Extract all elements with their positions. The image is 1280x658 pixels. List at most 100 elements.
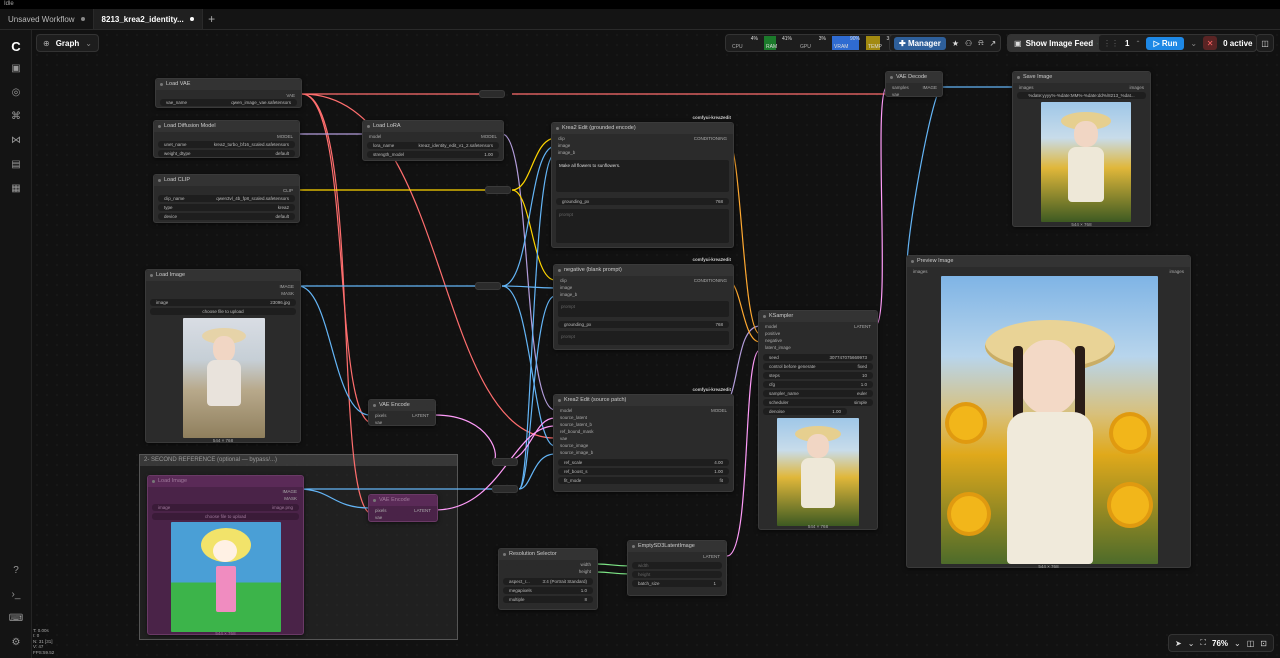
reroute-latent[interactable]	[492, 458, 518, 466]
output-image[interactable]: IMAGE	[282, 489, 297, 494]
output-mask[interactable]: MASK	[284, 496, 297, 501]
output-model[interactable]: MODEL	[481, 134, 497, 139]
star-icon[interactable]: ★	[952, 39, 959, 48]
node-negative-blank-prompt[interactable]: comfyui-krea2edit negative (blank prompt…	[553, 257, 734, 350]
input-vae[interactable]: vae	[560, 436, 567, 441]
keyboard-icon[interactable]: ⌨	[8, 610, 24, 626]
drag-handle-icon[interactable]: ⋮⋮	[1103, 39, 1119, 48]
help-icon[interactable]: ?	[8, 562, 24, 578]
widget-multiple[interactable]: multiple 8	[503, 596, 593, 603]
input-model[interactable]: model	[560, 408, 572, 413]
widget-weight-dtype[interactable]: weight_dtype default	[158, 150, 295, 157]
output-clip[interactable]: CLIP	[283, 188, 293, 193]
node-vae-encode[interactable]: VAE Encode pixels vae LATENT	[368, 399, 436, 426]
input-height[interactable]: height	[632, 571, 722, 578]
input-clip[interactable]: clip	[560, 278, 567, 283]
output-height[interactable]: height	[579, 569, 591, 574]
chevron-down-icon[interactable]: ⌄	[1188, 639, 1195, 648]
output-image[interactable]: IMAGE	[922, 85, 937, 90]
secondary-textarea[interactable]: prompt	[556, 209, 729, 243]
input-pixels[interactable]: pixels	[375, 413, 387, 418]
widget-aspect-ratio[interactable]: aspect_r... 3:4 (Portrait Standard)	[503, 578, 593, 585]
reroute-vae[interactable]	[479, 90, 505, 98]
widget-denoise[interactable]: denoise 1.00	[763, 408, 847, 415]
widget-image[interactable]: image image.png	[152, 504, 299, 511]
node-load-lora[interactable]: Load LoRA model MODEL lora_name krea2_ide…	[362, 120, 504, 161]
node-preview-image[interactable]: Preview Image images images 544 × 768	[906, 255, 1191, 569]
widget-filename-prefix[interactable]: %date:yyyy%-%date:MM%-%date:dd%/8213_%da…	[1017, 92, 1146, 99]
node-resolution-selector[interactable]: Resolution Selector width height aspect_…	[498, 548, 598, 610]
output-latent[interactable]: LATENT	[414, 508, 431, 513]
output-conditioning[interactable]: CONDITIONING	[694, 278, 727, 283]
widget-unet-name[interactable]: unet_name krea2_turbo_bf16_scaled.safeten…	[158, 141, 295, 148]
show-image-feed-button[interactable]: ▣ Show Image Feed ●	[1007, 34, 1109, 52]
widget-grounding-px[interactable]: grounding_px 768	[556, 198, 729, 205]
input-images[interactable]: images	[913, 269, 928, 274]
widget-control[interactable]: control before generate fixed	[763, 363, 873, 370]
node-load-image[interactable]: Load Image IMAGE MASK image 23096.jpg cho…	[145, 269, 301, 443]
output-vae[interactable]: VAE	[286, 93, 295, 98]
widget-image[interactable]: image 23096.jpg	[150, 299, 296, 306]
widget-steps[interactable]: steps 10	[763, 372, 873, 379]
chevron-down-icon[interactable]: ⌄	[1234, 639, 1241, 648]
output-images[interactable]: images	[1169, 269, 1184, 274]
widget-type[interactable]: type krea2	[158, 204, 295, 211]
output-conditioning[interactable]: CONDITIONING	[694, 136, 727, 141]
run-options-chevron-icon[interactable]: ⌄	[1190, 39, 1197, 48]
output-latent[interactable]: LATENT	[854, 324, 871, 329]
prompt-textarea[interactable]: prompt	[558, 301, 729, 317]
queue-history-icon[interactable]: ◎	[8, 84, 24, 100]
input-clip[interactable]: clip	[558, 136, 565, 141]
input-images[interactable]: images	[1019, 85, 1034, 90]
node-load-diffusion-model[interactable]: Load Diffusion Model MODEL unet_name krea…	[153, 120, 300, 158]
tab-active-workflow[interactable]: 8213_krea2_identity...	[93, 9, 203, 29]
widget-seed[interactable]: seed 307747075669973	[763, 354, 873, 361]
input-image[interactable]: image	[560, 285, 572, 290]
output-model[interactable]: MODEL	[711, 408, 727, 413]
secondary-textarea[interactable]: prompt	[558, 331, 729, 345]
user-icon[interactable]: ⚇	[965, 39, 972, 48]
upload-button[interactable]: choose file to upload	[152, 513, 299, 520]
input-vae[interactable]: vae	[375, 420, 382, 425]
new-tab-icon[interactable]: +	[203, 9, 221, 29]
widget-device[interactable]: device default	[158, 213, 295, 220]
queue-count-input[interactable]: 1	[1125, 39, 1129, 48]
share-icon[interactable]: ↗	[989, 39, 996, 48]
node-vae-decode[interactable]: VAE Decode samples vae IMAGE	[885, 71, 943, 97]
prompt-textarea[interactable]: Make all flowers to sunflowers.	[556, 160, 729, 192]
workflows-icon[interactable]: ▤	[8, 156, 24, 172]
bell-icon[interactable]: ⍾	[978, 38, 983, 48]
reroute-image[interactable]	[475, 282, 501, 290]
graph-canvas[interactable]: 2- SECOND REFERENCE (optional — bypass/.…	[32, 30, 1280, 658]
zoom-level[interactable]: 76%	[1212, 639, 1228, 648]
run-button[interactable]: ▷ Run	[1146, 36, 1185, 50]
pointer-tool-icon[interactable]: ➤	[1175, 639, 1182, 648]
widget-cfg[interactable]: cfg 1.0	[763, 381, 873, 388]
input-pixels[interactable]: pixels	[375, 508, 387, 513]
cancel-icon[interactable]: ✕	[1203, 36, 1218, 50]
node-krea2-grounded-encode[interactable]: comfyui-krea2edit Krea2 Edit (grounded e…	[551, 115, 734, 248]
node-empty-sd3-latent[interactable]: EmptySD3LatentImage LATENT width height …	[627, 540, 727, 596]
panel-toggle-icon[interactable]: ◫	[1256, 34, 1274, 52]
widget-ref-boost[interactable]: ref_boost_s 1.00	[558, 468, 729, 475]
node-krea2-source-patch[interactable]: comfyui-krea2edit Krea2 Edit (source pat…	[553, 387, 734, 492]
image-library-icon[interactable]: ▣	[8, 60, 24, 76]
input-source-image-b[interactable]: source_image_b	[560, 450, 593, 455]
widget-strength-model[interactable]: strength_model 1.00	[367, 151, 499, 158]
input-model[interactable]: model	[369, 134, 381, 139]
tab-unsaved-workflow[interactable]: Unsaved Workflow	[0, 9, 94, 29]
input-source-latent[interactable]: source_latent	[560, 415, 587, 420]
input-width[interactable]: width	[632, 562, 722, 569]
widget-lora-name[interactable]: lora_name krea2_identity_edit_v1_2.safete…	[367, 142, 499, 149]
minimap-icon[interactable]: ◫	[1247, 639, 1255, 648]
widget-batch-size[interactable]: batch_size 1	[632, 580, 722, 587]
reroute-image-2[interactable]	[492, 485, 518, 493]
node-load-clip[interactable]: Load CLIP CLIP clip_name qwen3vl_4b_fp8_s…	[153, 174, 300, 223]
reroute-clip[interactable]	[485, 186, 511, 194]
active-queue-label[interactable]: 0 active	[1223, 39, 1252, 48]
node-load-image-second[interactable]: Load Image IMAGE MASK image image.png cho…	[147, 475, 304, 636]
widget-grounding-px[interactable]: grounding_px 768	[558, 321, 729, 328]
input-vae[interactable]: vae	[375, 515, 382, 520]
stepper-icon[interactable]: ⌃	[1135, 40, 1140, 47]
widget-sampler[interactable]: sampler_name euler	[763, 390, 873, 397]
